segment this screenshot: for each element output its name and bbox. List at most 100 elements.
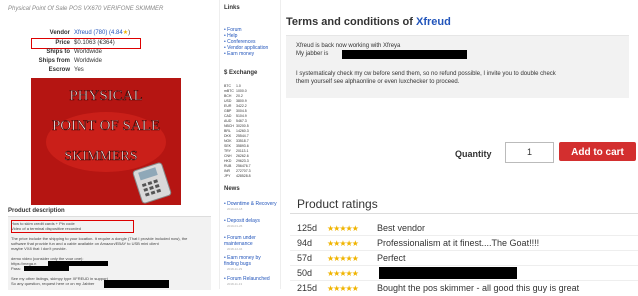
exchange-rate-row: INR 272707.3 bbox=[224, 169, 251, 173]
terms-line-1: Xfreud is back now working with Xfreya bbox=[296, 43, 401, 49]
ratings-title: Product ratings bbox=[297, 197, 378, 211]
divider bbox=[290, 213, 638, 214]
currency-code: GBP bbox=[224, 109, 232, 113]
currency-code: CNH bbox=[224, 154, 232, 158]
escrow-value: Yes bbox=[74, 67, 84, 73]
exchange-rate-row: HKD 29623.3 bbox=[224, 159, 249, 163]
ships-from-key: Ships from bbox=[38, 58, 70, 64]
currency-rate: 30200.5 bbox=[236, 124, 249, 128]
currency-rate: 1.0 bbox=[236, 84, 241, 88]
news-date: 2018-11-29 bbox=[227, 267, 243, 271]
exchange-rate-row: CAD 5104.9 bbox=[224, 114, 247, 118]
currency-code: INR bbox=[224, 169, 231, 173]
terms-line-2: My jabber is bbox=[296, 51, 329, 57]
rating-stars-icon: ★★★★★ bbox=[327, 224, 359, 233]
currency-rate: 3422.2 bbox=[236, 104, 247, 108]
currency-code: RUB bbox=[224, 164, 232, 168]
currency-rate: 35893.6 bbox=[236, 144, 249, 148]
news-date: 2019-01-26 bbox=[227, 224, 243, 228]
rating-stars-icon: ★★★★★ bbox=[327, 269, 359, 278]
news-item[interactable]: • Earn money by finding bugs bbox=[224, 255, 276, 267]
currency-code: USD bbox=[224, 99, 232, 103]
exchange-title-text: Exchange bbox=[229, 70, 258, 76]
vendor-suffix: ) bbox=[128, 30, 131, 36]
exchange-rate-row: BRL 14260.3 bbox=[224, 129, 249, 133]
currency-code: BCH bbox=[224, 94, 232, 98]
exchange-rate-row: mBTC 1000.0 bbox=[224, 89, 247, 93]
currency-code: HKD bbox=[224, 159, 232, 163]
exchange-rate-row: NOK 33518.7 bbox=[224, 139, 249, 143]
ships-to-row: Ships to Worldwide bbox=[8, 48, 208, 56]
price-key: Price bbox=[55, 40, 70, 46]
currency-code: DKK bbox=[224, 134, 232, 138]
currency-rate: 20113.1 bbox=[236, 149, 249, 153]
vendor-key: Vendor bbox=[49, 30, 70, 36]
currency-rate: 428528.8 bbox=[236, 174, 251, 178]
price-value: $0.1063 (€364) bbox=[74, 40, 115, 46]
redaction bbox=[104, 280, 169, 288]
image-line-1: PHYSICAL bbox=[69, 88, 142, 104]
terms-title: Terms and conditions of Xfreud bbox=[286, 16, 451, 28]
vendor-link[interactable]: Xfreud (780) (4.84 bbox=[74, 30, 123, 36]
terms-user-link[interactable]: Xfreud bbox=[416, 16, 451, 28]
news-date: 2018-11-13 bbox=[227, 282, 243, 286]
image-line-2: POINT OF SALE bbox=[52, 118, 160, 134]
currency-rate: 3800.9 bbox=[236, 99, 247, 103]
image-line-3: SKIMMERS bbox=[64, 149, 137, 164]
add-to-cart-button[interactable]: Add to cart bbox=[559, 142, 636, 161]
currency-rate: 14260.3 bbox=[236, 129, 249, 133]
terms-box: Xfreud is back now working with Xfreya M… bbox=[286, 35, 629, 98]
exchange-rate-row: TRY 20113.1 bbox=[224, 149, 248, 153]
links-title: Links bbox=[224, 5, 240, 11]
exchange-rate-row: CNH 26262.6 bbox=[224, 154, 249, 158]
terms-line-3: I systematicaly check my cw before send … bbox=[296, 71, 556, 77]
sidebar-link-earn-money[interactable]: • Earn money bbox=[224, 51, 254, 57]
ships-to-key: Ships to bbox=[46, 49, 70, 55]
rating-text: Bought the pos skimmer - all good this g… bbox=[377, 283, 580, 293]
news-title: News bbox=[224, 186, 240, 192]
exchange-rate-row: BTC 1.0 bbox=[224, 84, 241, 88]
currency-rate: 5467.3 bbox=[236, 119, 247, 123]
currency-rate: 256476.7 bbox=[236, 164, 251, 168]
sidebar: Links • Forum • Help • Conferences • Ven… bbox=[219, 0, 281, 289]
exchange-rate-row: DKK 25544.7 bbox=[224, 134, 249, 138]
rating-age: 50d bbox=[297, 268, 313, 278]
product-image: PHYSICAL POINT OF SALE SKIMMERS bbox=[31, 78, 181, 205]
description-title: Product description bbox=[8, 208, 65, 214]
rating-text: Professionalism at it finest....The Goat… bbox=[377, 238, 540, 248]
news-item[interactable]: • Forum under maintenance bbox=[224, 235, 276, 247]
currency-code: EUR bbox=[224, 104, 232, 108]
vendor-row: Vendor Xfreud (780) (4.84★) bbox=[8, 29, 208, 37]
currency-rate: 1000.0 bbox=[236, 89, 247, 93]
rating-text: Perfect bbox=[377, 253, 406, 263]
rating-stars-icon: ★★★★★ bbox=[327, 254, 359, 263]
exchange-rate-row: BCH 20.2 bbox=[224, 94, 243, 98]
currency-code: AUD bbox=[224, 119, 232, 123]
currency-code: NOK bbox=[224, 139, 232, 143]
ships-to-value: Worldwide bbox=[74, 49, 102, 55]
exchange-rate-row: EUR 3422.2 bbox=[224, 104, 247, 108]
quantity-input[interactable]: 1 bbox=[505, 142, 554, 163]
price-row: Price $0.1063 (€364) bbox=[8, 39, 208, 47]
rating-age: 215d bbox=[297, 283, 318, 293]
ships-from-row: Ships from Worldwide bbox=[8, 57, 208, 65]
exchange-rate-row: USD 3800.9 bbox=[224, 99, 247, 103]
product-image-art: PHYSICAL POINT OF SALE SKIMMERS bbox=[31, 78, 181, 205]
news-item-title: Forum under maintenance bbox=[224, 235, 256, 247]
currency-code: mBTC bbox=[224, 89, 234, 93]
currency-rate: 3004.5 bbox=[236, 109, 247, 113]
terms-line-4: them yourself see alphaonline or even lu… bbox=[296, 79, 460, 85]
currency-rate: 29623.3 bbox=[236, 159, 249, 163]
rating-row: 125d ★★★★★ Best vendor bbox=[297, 221, 637, 235]
currency-rate: 20.2 bbox=[236, 94, 243, 98]
link-label: Earn money bbox=[227, 51, 255, 57]
redaction bbox=[24, 266, 69, 271]
exchange-title: $ Exchange bbox=[224, 70, 257, 76]
news-item-title: Earn money by finding bugs bbox=[224, 255, 261, 267]
currency-code: TRY bbox=[224, 149, 231, 153]
exchange-rate-row: GBP 3004.5 bbox=[224, 109, 247, 113]
escrow-key: Escrow bbox=[48, 67, 70, 73]
quantity-label: Quantity bbox=[455, 149, 492, 159]
desc-line-6: maybe VX8 that I don't provide. bbox=[11, 246, 67, 251]
currency-rate: 5104.9 bbox=[236, 114, 247, 118]
